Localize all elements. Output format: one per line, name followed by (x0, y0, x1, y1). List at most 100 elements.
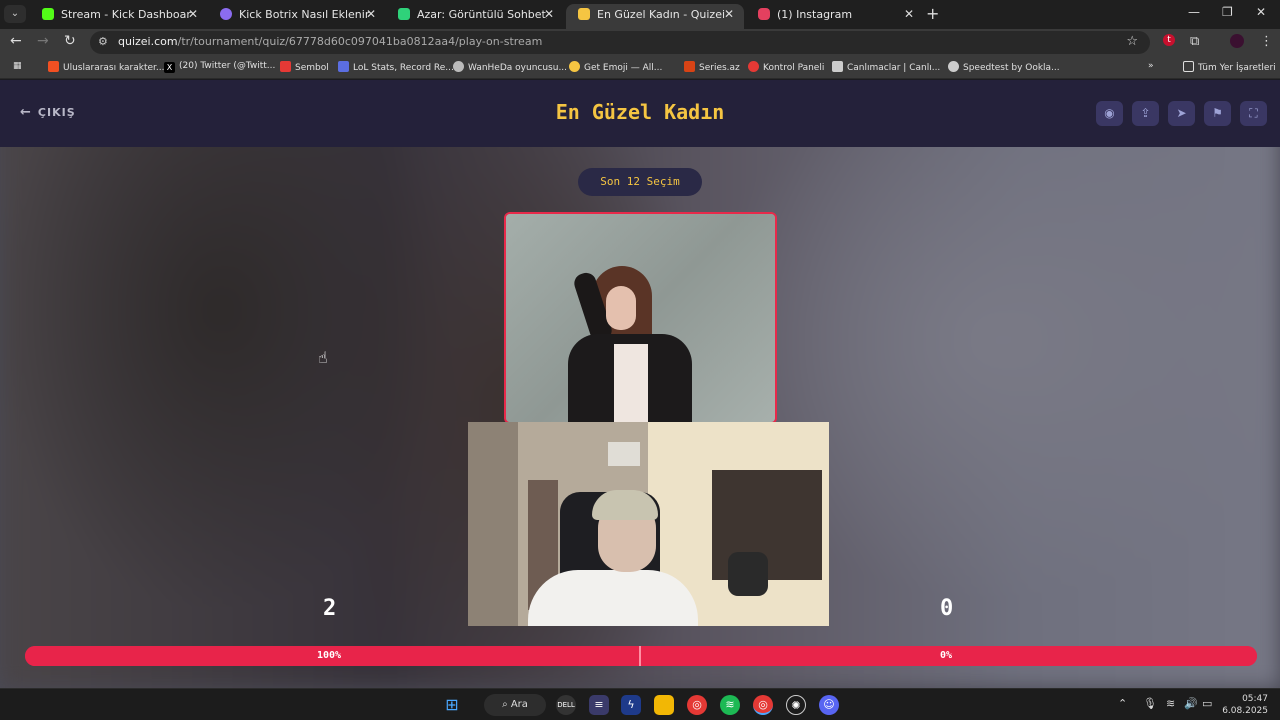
tab-title: En Güzel Kadın - Quizei (597, 8, 726, 21)
candidate-image-card[interactable] (504, 212, 777, 424)
speedtest-icon (948, 61, 959, 72)
x-logo-icon: X (164, 62, 175, 73)
bookmark-label: Get Emoji — All... (584, 63, 663, 73)
vote-progress-bar: 100% 0% (25, 646, 1257, 666)
menu-dots-icon[interactable]: ⋮ (1260, 34, 1273, 49)
webcam-appliance (608, 442, 640, 466)
url-host: quizei.com (118, 35, 178, 48)
share-icon[interactable]: ⇪ (1132, 101, 1159, 126)
tab-quizei[interactable]: En Güzel Kadın - Quizei ✕ (566, 4, 744, 29)
vote-divider (639, 646, 641, 666)
new-tab-plus-icon[interactable]: + (926, 4, 939, 24)
dell-icon[interactable]: DELL (556, 695, 576, 715)
face (606, 286, 636, 330)
back-arrow-icon[interactable]: ← (10, 33, 22, 49)
restore-icon[interactable]: ❐ (1222, 5, 1233, 19)
bookmark-label: Uluslararası karakter... (63, 63, 165, 73)
search-icon: ⌕ (502, 699, 511, 710)
lightning-icon (280, 61, 291, 72)
vote-progress-fill (25, 646, 1257, 666)
volume-icon[interactable]: 🔊 (1184, 697, 1198, 710)
left-score: 2 (323, 596, 337, 621)
series-icon (684, 61, 695, 72)
close-icon[interactable]: ✕ (188, 4, 198, 25)
chatgpt-icon[interactable]: ✺ (786, 695, 806, 715)
send-icon[interactable]: ➤ (1168, 101, 1195, 126)
bookmark-label: Kontrol Paneli (763, 63, 825, 73)
close-icon[interactable]: ✕ (724, 4, 734, 25)
window-close-icon[interactable]: ✕ (1256, 5, 1266, 19)
bookmark-label: Sembol (295, 63, 329, 73)
kick-icon (42, 8, 54, 20)
extension-t-icon[interactable]: t (1163, 34, 1175, 46)
bookmark-item[interactable]: Sembol (280, 61, 329, 73)
close-icon[interactable]: ✕ (366, 4, 376, 25)
address-bar[interactable]: ⚙ quizei.com/tr/tournament/quiz/67778d60… (90, 31, 1150, 54)
bookmark-item[interactable]: Series.az (684, 61, 740, 73)
tv-icon (832, 61, 843, 72)
extensions-puzzle-icon[interactable]: ⧉ (1190, 34, 1199, 49)
bookmark-item[interactable]: Canlımaclar | Canlı... (832, 61, 940, 73)
all-bookmarks-folder[interactable]: Tüm Yer İşaretleri (1183, 61, 1276, 73)
bookmark-label: Series.az (699, 63, 740, 73)
bookmark-item[interactable]: Kontrol Paneli (748, 61, 824, 73)
tab-kick-dashboard[interactable]: Stream - Kick Dashboard ✕ (30, 4, 208, 29)
taskbar-clock[interactable]: 05:47 6.08.2025 (1222, 693, 1268, 717)
eye-icon[interactable]: ◉ (1096, 101, 1123, 126)
bookmark-item[interactable]: WanHeDa oyuncusu... (453, 61, 567, 73)
taskbar-search[interactable]: ⌕ Ara (484, 694, 546, 716)
site-info-icon[interactable]: ⚙ (98, 35, 108, 48)
fullscreen-icon[interactable]: ⛶ (1240, 101, 1267, 126)
right-score: 0 (940, 596, 954, 621)
file-explorer-icon[interactable] (654, 695, 674, 715)
bookmark-item[interactable]: Get Emoji — All... (569, 61, 662, 73)
minimize-icon[interactable]: — (1188, 5, 1200, 19)
tab-search-chevron-icon[interactable]: ⌄ (4, 5, 26, 23)
quiz-title: En Güzel Kadın (555, 100, 725, 124)
bookmarks-bar: ▦ Uluslararası karakter... X (20) Twitter… (0, 56, 1280, 79)
lol-stats-icon (338, 61, 349, 72)
tab-title: (1) Instagram (777, 8, 853, 21)
bookmark-item[interactable]: Uluslararası karakter... (48, 61, 165, 73)
bookmark-item[interactable]: LoL Stats, Record Re... (338, 61, 454, 73)
browser-toolbar: ← → ↻ ⚙ quizei.com/tr/tournament/quiz/67… (0, 29, 1280, 56)
microphone-icon[interactable]: 🎙 (1143, 697, 1157, 710)
tab-instagram[interactable]: (1) Instagram ✕ (746, 4, 924, 29)
battery-icon[interactable]: ▭ (1202, 697, 1212, 710)
windows-taskbar: ⊞ ⌕ Ara DELL ≡ ϟ ◎ ≋ ◎ ✺ ☺ ⌃ 🎙 ≋ 🔊 ▭ 05:… (0, 688, 1280, 720)
windows-start-icon[interactable]: ⊞ (442, 695, 462, 715)
windows-logo-icon (48, 61, 59, 72)
flag-icon[interactable]: ⚑ (1204, 101, 1231, 126)
right-percent: 0% (940, 650, 953, 661)
profile-avatar[interactable] (1230, 34, 1244, 48)
spotify-icon[interactable]: ≋ (720, 695, 740, 715)
round-badge: Son 12 Seçim (578, 168, 702, 196)
tray-chevron-up-icon[interactable]: ⌃ (1118, 697, 1127, 710)
tab-azar[interactable]: Azar: Görüntülü Sohbet, Arkada ✕ (386, 4, 564, 29)
forward-arrow-icon[interactable]: → (37, 33, 49, 49)
folder-icon (1183, 61, 1194, 72)
chrome-active-icon[interactable]: ◎ (753, 695, 773, 715)
wifi-icon[interactable]: ≋ (1166, 697, 1175, 710)
close-icon[interactable]: ✕ (544, 4, 554, 25)
more-bookmarks-chevron-icon[interactable]: » (1148, 61, 1154, 71)
tab-kick-botrix[interactable]: Kick Botrix Nasıl Eklenir? - İyi Sc ✕ (208, 4, 386, 29)
emoji-icon (569, 61, 580, 72)
webcam-wall-left (468, 422, 518, 626)
clock-time: 05:47 (1242, 694, 1268, 704)
tab-title: Stream - Kick Dashboard (61, 8, 191, 21)
app-icon[interactable]: ϟ (621, 695, 641, 715)
chrome-icon[interactable]: ◎ (687, 695, 707, 715)
bookmark-star-icon[interactable]: ☆ (1126, 34, 1138, 49)
bookmark-item[interactable]: Speedtest by Ookla... (948, 61, 1060, 73)
app-icon[interactable]: ≡ (589, 695, 609, 715)
webcam-overlay (468, 422, 829, 626)
webcam-bag (728, 552, 768, 596)
url-path: /tr/tournament/quiz/67778d60c097041ba081… (177, 35, 543, 48)
apps-grid-icon[interactable]: ▦ (13, 61, 22, 71)
reload-icon[interactable]: ↻ (64, 33, 76, 49)
discord-icon[interactable]: ☺ (819, 695, 839, 715)
url-text[interactable]: quizei.com/tr/tournament/quiz/67778d60c0… (118, 35, 542, 48)
close-icon[interactable]: ✕ (904, 4, 914, 25)
bookmark-item[interactable]: X (20) Twitter (@Twitt... (164, 61, 275, 73)
